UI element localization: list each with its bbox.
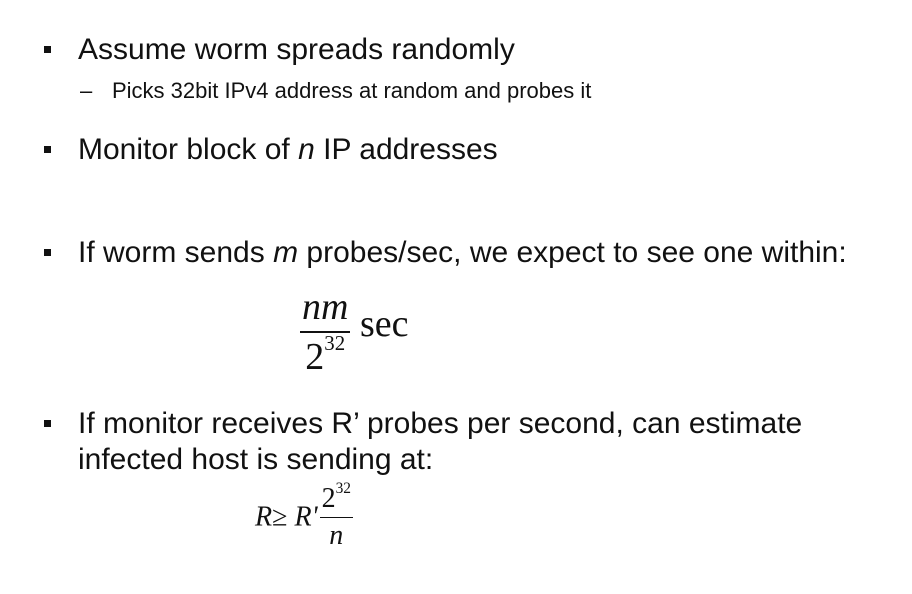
formula-unit: sec [359,303,409,345]
bullet-monitor-block: Monitor block of n IP addresses [44,132,498,168]
bullet-text-post: probes/sec, we expect to see one within: [298,236,847,269]
sub-bullet-picks-address: Picks 32bit IPv4 address at random and p… [112,78,591,104]
bullet-text-pre: Monitor block of [78,133,299,166]
bullet-assume-worm: Assume worm spreads randomly [44,32,515,68]
fraction-denominator: n [329,520,344,551]
formula-relation: ≥ [272,501,288,533]
bullet-worm-sends: If worm sends m probes/sec, we expect to… [44,235,847,271]
fraction-denominator: 232 [305,331,346,378]
fraction-numerator: nm [302,286,349,328]
sub-bullet-text: Picks 32bit IPv4 address at random and p… [112,78,592,103]
formula-send-rate: R≥ R' 232 n [255,480,353,552]
formula-lhs: R [255,501,273,533]
bullet-text-post: IP addresses [314,133,498,166]
formula-expected-time: nm 232 sec [300,285,408,379]
fraction: 232 n [319,480,353,552]
bullet-monitor-receives: If monitor receives R’ probes per second… [44,406,878,478]
bullet-text: Assume worm spreads randomly [78,33,515,66]
fraction-numerator: 232 [321,480,351,514]
fraction-bar [319,517,353,518]
bullet-text-pre: If worm sends [78,236,274,269]
bullet-var-n: n [298,133,315,166]
fraction: nm 232 [300,285,351,379]
formula-rhs-prefix: R' [294,501,318,533]
bullet-text: If monitor receives R’ probes per second… [78,407,803,476]
bullet-var-m: m [273,236,299,269]
sub-bullet-dash: – [80,78,93,103]
